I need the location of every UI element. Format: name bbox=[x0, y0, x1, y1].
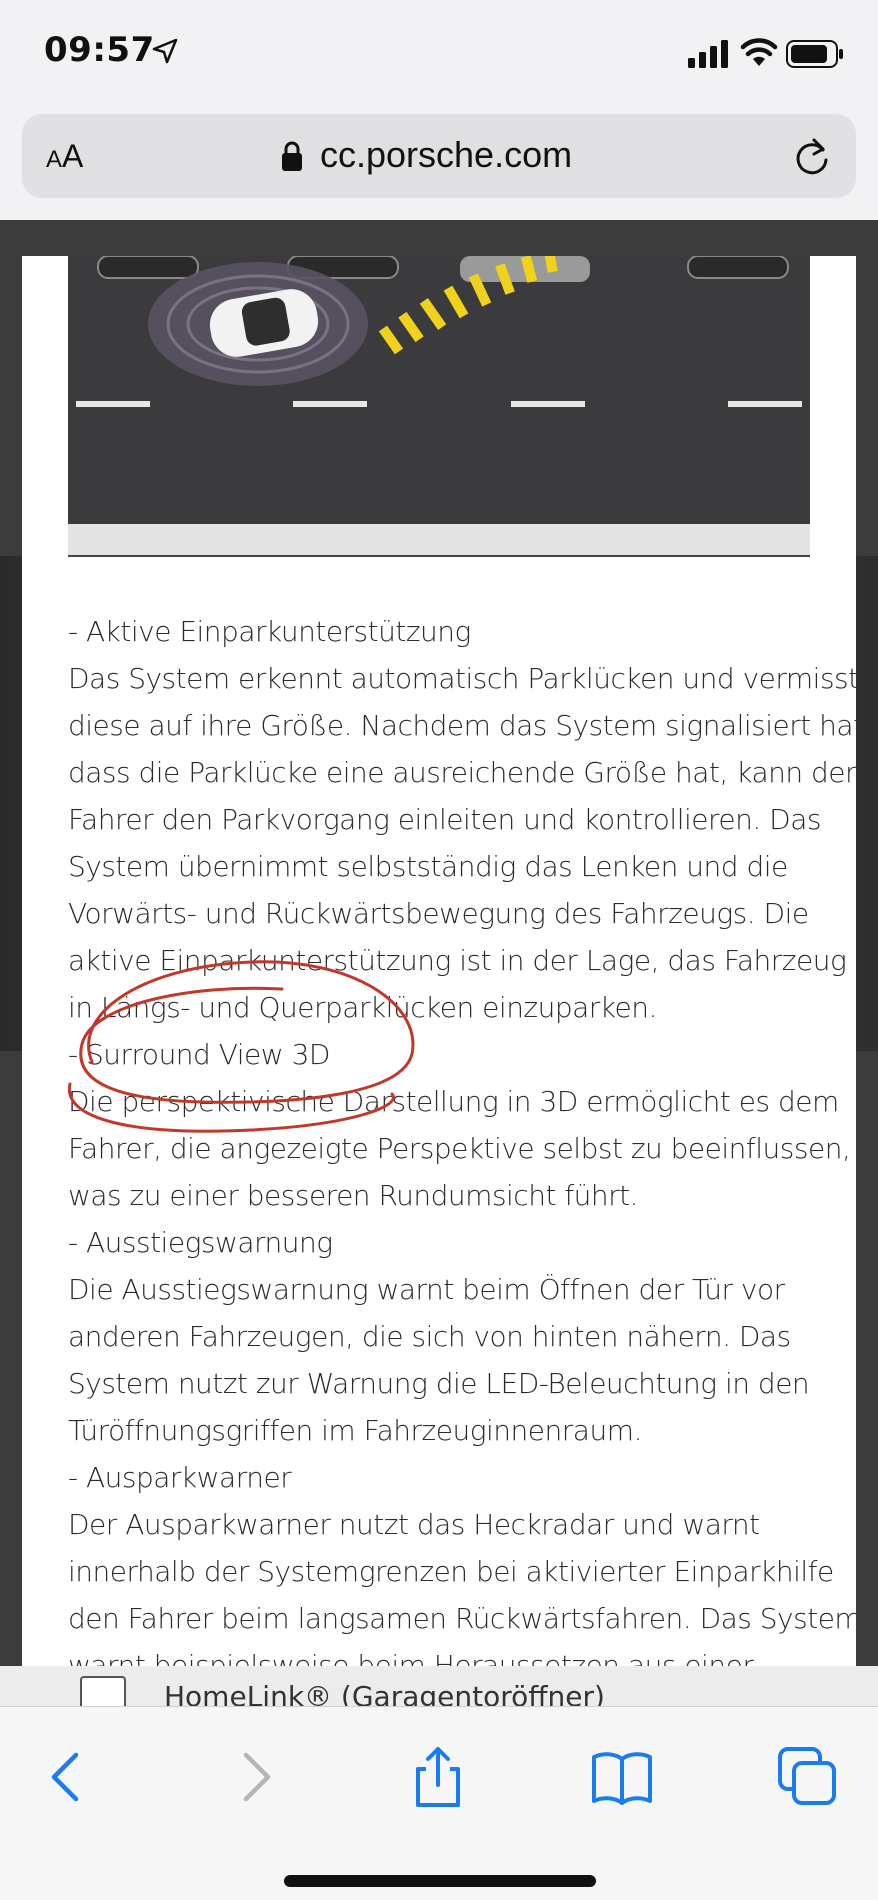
description-line: in Längs- und Querparklücken einzuparken… bbox=[68, 991, 657, 1024]
description-line: Vorwärts- und Rückwärtsbewegung des Fahr… bbox=[68, 897, 809, 930]
description-line: warnt beispielsweise beim Heraussetzen a… bbox=[68, 1649, 754, 1666]
description-line: anderen Fahrzeugen, die sich von hinten … bbox=[68, 1320, 791, 1353]
battery-icon bbox=[786, 40, 843, 68]
bookmarks-icon[interactable] bbox=[590, 1745, 654, 1809]
heading-aktive-einparkunterstuetzung: - Aktive Einparkunterstützung bbox=[68, 615, 471, 648]
description-line: Fahrer den Parkvorgang einleiten und kon… bbox=[68, 803, 821, 836]
reload-icon[interactable] bbox=[792, 136, 832, 178]
description-line: Die Ausstiegswarnung warnt beim Öffnen d… bbox=[68, 1273, 785, 1306]
status-time: 09:57 bbox=[44, 30, 155, 70]
description-line: Die perspektivische Darstellung in 3D er… bbox=[68, 1085, 839, 1118]
back-icon[interactable] bbox=[36, 1745, 100, 1809]
description-line: Der Ausparkwarner nutzt das Heckradar un… bbox=[68, 1508, 760, 1541]
tabs-icon[interactable] bbox=[776, 1745, 840, 1809]
description-line: was zu einer besseren Rundumsicht führt. bbox=[68, 1179, 639, 1212]
homelink-checkbox[interactable] bbox=[80, 1676, 126, 1706]
description-line: dass die Parklücke eine ausreichende Grö… bbox=[68, 756, 856, 789]
heading-ausstiegswarnung: - Ausstiegswarnung bbox=[68, 1226, 333, 1259]
wifi-icon bbox=[740, 38, 778, 66]
lock-icon bbox=[282, 141, 302, 171]
forward-icon[interactable] bbox=[222, 1745, 286, 1809]
description-line: System übernimmt selbstständig das Lenke… bbox=[68, 850, 788, 883]
location-arrow-icon bbox=[152, 38, 178, 64]
browser-address-area: AA cc.porsche.com bbox=[0, 106, 878, 220]
url-domain[interactable]: cc.porsche.com bbox=[320, 134, 572, 176]
homelink-label: HomeLink® (Garagentoröffner) bbox=[164, 1680, 605, 1706]
parking-assist-illustration bbox=[68, 256, 810, 557]
heading-surround-view-3d: - Surround View 3D bbox=[68, 1038, 330, 1071]
description-line: Das System erkennt automatisch Parklücke… bbox=[68, 662, 856, 695]
text-size-button[interactable]: AA bbox=[46, 138, 83, 175]
home-indicator[interactable] bbox=[284, 1875, 596, 1887]
description-line: innerhalb der Systemgrenzen bei aktivier… bbox=[68, 1555, 834, 1588]
heading-ausparkwarner: - Ausparkwarner bbox=[68, 1461, 292, 1494]
address-bar[interactable]: AA cc.porsche.com bbox=[22, 114, 856, 198]
description-line: Fahrer, die angezeigte Perspektive selbs… bbox=[68, 1132, 851, 1165]
cellular-signal-icon bbox=[688, 40, 728, 68]
status-bar: 09:57 bbox=[0, 0, 878, 106]
option-row-homelink: HomeLink® (Garagentoröffner) bbox=[0, 1666, 878, 1706]
description-line: den Fahrer beim langsamen Rückwärtsfahre… bbox=[68, 1602, 856, 1635]
browser-toolbar bbox=[0, 1706, 878, 1900]
description-line: Türöffnungsgriffen im Fahrzeuginnenraum. bbox=[68, 1414, 642, 1447]
feature-description: - Aktive Einparkunterstützung Das System… bbox=[68, 608, 856, 1666]
description-line: aktive Einparkunterstützung ist in der L… bbox=[68, 944, 847, 977]
feature-detail-modal: - Aktive Einparkunterstützung Das System… bbox=[22, 256, 856, 1666]
description-line: System nutzt zur Warnung die LED-Beleuch… bbox=[68, 1367, 810, 1400]
share-icon[interactable] bbox=[406, 1745, 470, 1809]
description-line: diese auf ihre Größe. Nachdem das System… bbox=[68, 709, 856, 742]
